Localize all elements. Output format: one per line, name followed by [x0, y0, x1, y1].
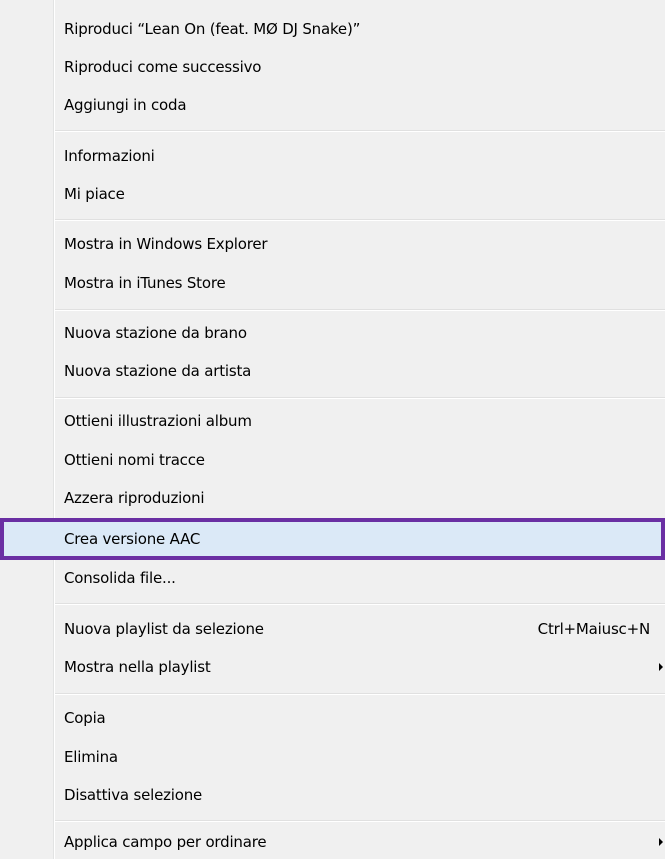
menu-separator	[55, 397, 665, 399]
menu-item-label: Mostra in Windows Explorer	[64, 235, 268, 253]
menu-separator	[55, 309, 665, 311]
menu-item-label: Ottieni nomi tracce	[64, 451, 205, 469]
menu-item-label: Applica campo per ordinare	[64, 833, 267, 851]
menu-item-love[interactable]: Mi piace	[0, 177, 665, 211]
menu-item-label: Aggiungi in coda	[64, 96, 187, 114]
menu-item-label: Riproduci “Lean On (feat. MØ DJ Snake)”	[64, 20, 361, 38]
menu-item-new-station-from-artist[interactable]: Nuova stazione da artista	[0, 354, 665, 388]
menu-separator	[55, 820, 665, 822]
menu-item-label: Consolida file...	[64, 569, 176, 587]
submenu-arrow-icon	[659, 838, 663, 846]
submenu-arrow-icon	[659, 663, 663, 671]
menu-item-consolidate-files[interactable]: Consolida file...	[0, 561, 665, 595]
menu-item-uncheck-selection[interactable]: Disattiva selezione	[0, 778, 665, 812]
menu-item-label: Elimina	[64, 748, 118, 766]
menu-item-label: Crea versione AAC	[64, 530, 201, 548]
menu-item-label: Disattiva selezione	[64, 786, 203, 804]
menu-item-label: Copia	[64, 709, 106, 727]
menu-item-create-aac-version[interactable]: Crea versione AAC	[0, 518, 665, 560]
menu-separator	[55, 130, 665, 132]
menu-item-label: Mostra nella playlist	[64, 658, 211, 676]
menu-item-label: Ottieni illustrazioni album	[64, 412, 252, 430]
menu-separator	[55, 219, 665, 221]
menu-separator	[55, 693, 665, 695]
menu-item-play-song[interactable]: Riproduci “Lean On (feat. MØ DJ Snake)”	[0, 12, 665, 46]
menu-item-show-in-explorer[interactable]: Mostra in Windows Explorer	[0, 227, 665, 261]
menu-item-get-album-artwork[interactable]: Ottieni illustrazioni album	[0, 404, 665, 438]
menu-item-delete[interactable]: Elimina	[0, 740, 665, 774]
menu-item-label: Nuova playlist da selezione	[64, 620, 264, 638]
menu-item-new-station-from-song[interactable]: Nuova stazione da brano	[0, 316, 665, 350]
menu-item-label: Mi piace	[64, 185, 125, 203]
menu-item-show-in-playlist[interactable]: Mostra nella playlist	[0, 650, 665, 684]
menu-item-label: Mostra in iTunes Store	[64, 274, 226, 292]
menu-item-label: Nuova stazione da artista	[64, 362, 252, 380]
menu-item-apply-sort-field[interactable]: Applica campo per ordinare	[0, 825, 665, 859]
menu-item-get-info[interactable]: Informazioni	[0, 139, 665, 173]
menu-item-label: Azzera riproduzioni	[64, 489, 205, 507]
menu-item-label: Informazioni	[64, 147, 155, 165]
menu-item-get-track-names[interactable]: Ottieni nomi tracce	[0, 443, 665, 477]
menu-item-reset-plays[interactable]: Azzera riproduzioni	[0, 481, 665, 515]
menu-item-show-in-itunes-store[interactable]: Mostra in iTunes Store	[0, 266, 665, 300]
menu-item-play-next[interactable]: Riproduci come successivo	[0, 50, 665, 84]
menu-item-shortcut: Ctrl+Maiusc+N	[537, 620, 651, 638]
menu-item-label: Riproduci come successivo	[64, 58, 262, 76]
menu-item-add-to-queue[interactable]: Aggiungi in coda	[0, 88, 665, 122]
menu-item-label: Nuova stazione da brano	[64, 324, 247, 342]
context-menu: Riproduci “Lean On (feat. MØ DJ Snake)” …	[0, 0, 665, 859]
menu-item-new-playlist-from-selection[interactable]: Nuova playlist da selezione Ctrl+Maiusc+…	[0, 612, 665, 646]
menu-separator	[55, 603, 665, 605]
menu-item-copy[interactable]: Copia	[0, 701, 665, 735]
